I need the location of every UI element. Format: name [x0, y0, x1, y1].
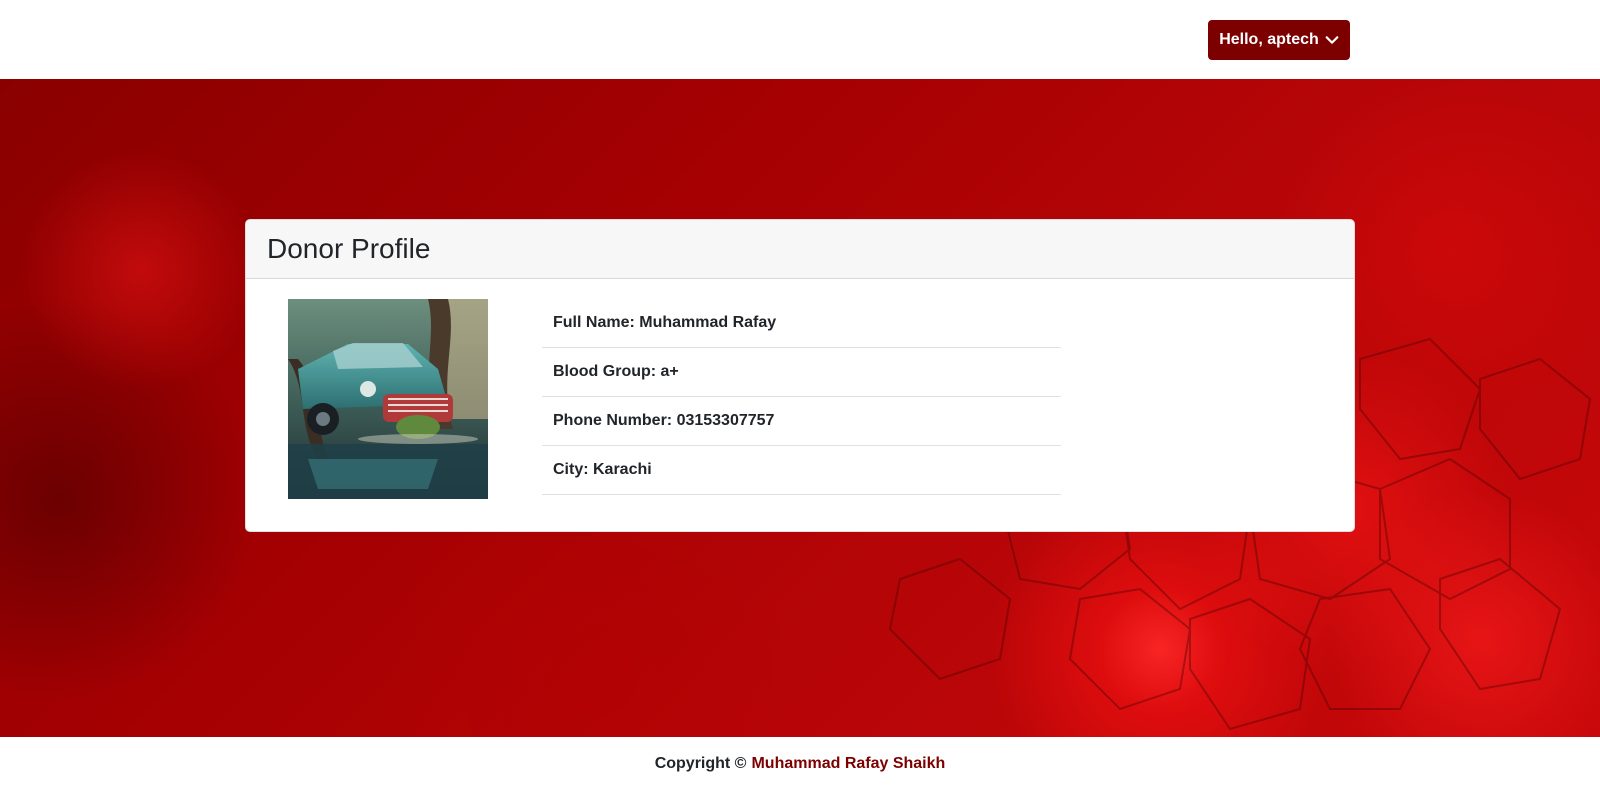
phone-number-item: Phone Number: 03153307757 [542, 397, 1061, 446]
author-link[interactable]: Muhammad Rafay Shaikh [751, 755, 945, 773]
card-header: Donor Profile [246, 220, 1354, 279]
donor-profile-card: Donor Profile Full Name: Muhammad Rafay … [245, 219, 1355, 532]
copyright-text: Copyright © [654, 755, 747, 772]
top-navbar: Hello, aptech [0, 0, 1600, 79]
donor-info-list: Full Name: Muhammad Rafay Blood Group: a… [542, 299, 1061, 495]
blood-group-item: Blood Group: a+ [542, 348, 1061, 397]
donor-photo [288, 299, 488, 499]
city-item: City: Karachi [542, 446, 1061, 495]
full-name-item: Full Name: Muhammad Rafay [542, 299, 1061, 348]
page-title: Donor Profile [267, 233, 431, 264]
user-menu-button[interactable]: Hello, aptech [1208, 20, 1350, 60]
user-menu-label: Hello, aptech [1219, 31, 1319, 48]
footer: Copyright © Muhammad Rafay Shaikh [0, 737, 1600, 791]
chevron-down-icon [1325, 36, 1339, 44]
hero-background: Donor Profile Full Name: Muhammad Rafay … [0, 79, 1600, 737]
